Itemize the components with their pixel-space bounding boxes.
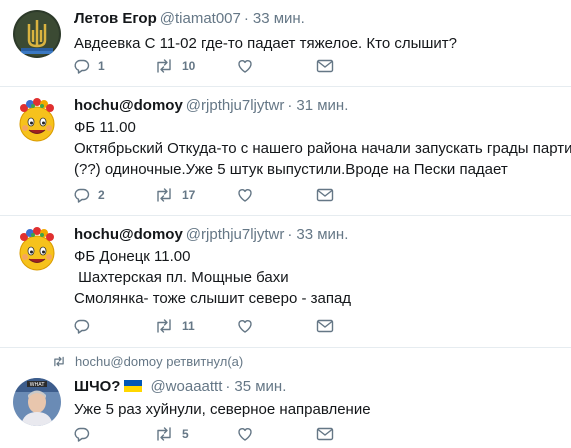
tweet-actions: 1 10	[74, 56, 344, 76]
retweet-count: 10	[182, 59, 196, 73]
retweet-icon	[157, 59, 171, 73]
avatar[interactable]	[13, 226, 61, 274]
like-button[interactable]	[237, 426, 253, 442]
timestamp[interactable]: 33 мин.	[287, 226, 348, 243]
tweet[interactable]: hochu@domoy@rjpthju7ljytwr31 мин. ФБ 11.…	[0, 87, 571, 216]
author-handle[interactable]: @rjpthju7ljytwr	[186, 97, 285, 114]
avatar[interactable]: WHAT	[13, 378, 61, 426]
author-name[interactable]: ШЧО?	[74, 378, 120, 395]
ukraine-flag-icon	[124, 378, 143, 392]
retweet-icon	[157, 188, 171, 202]
reply-icon	[74, 319, 90, 334]
retweet-button[interactable]: 10	[154, 58, 195, 74]
author-name[interactable]: hochu@domoy	[74, 97, 183, 114]
avatar[interactable]	[13, 97, 61, 145]
avatar[interactable]	[13, 10, 61, 58]
timestamp[interactable]: 31 мин.	[287, 97, 348, 114]
reply-icon	[74, 427, 90, 442]
author-handle[interactable]: @rjpthju7ljytwr	[186, 226, 285, 243]
photo-avatar-man-icon: WHAT	[13, 378, 61, 426]
smiley-flower-wreath-avatar-icon	[13, 97, 61, 145]
envelope-icon	[316, 427, 334, 441]
tweet-text-line: Октябрьский Откуда-то с нашего района на…	[74, 140, 571, 157]
tweet-text-line: ФБ Донецк 11.00	[74, 248, 191, 265]
like-button[interactable]	[237, 318, 253, 334]
heart-icon	[238, 428, 252, 441]
dark-avatar-trident-emblem-icon	[13, 10, 61, 58]
svg-text:WHAT: WHAT	[30, 382, 46, 388]
tweet[interactable]: hochu@domoy@rjpthju7ljytwr33 мин. ФБ Дон…	[0, 216, 571, 348]
like-button[interactable]	[237, 58, 253, 74]
timestamp[interactable]: 35 мин.	[225, 378, 286, 395]
smiley-flower-wreath-avatar-icon	[13, 226, 61, 274]
tweet-text-line: Смолянка- тоже слышит северо - запад	[74, 290, 352, 307]
tweet-actions: 11	[74, 316, 344, 336]
retweet-count: 17	[182, 188, 196, 202]
direct-message-button[interactable]	[316, 59, 334, 73]
reply-button[interactable]	[74, 318, 98, 334]
heart-icon	[238, 189, 252, 202]
reply-button[interactable]: 1	[74, 58, 105, 74]
reply-count: 1	[98, 59, 105, 73]
tweet-text-line: (??) одиночные.Уже 5 штук выпустили.Врод…	[74, 161, 508, 178]
retweet-count: 5	[182, 427, 189, 441]
tweet[interactable]: hochu@domoy ретвитнул(а) WHAT ШЧО? @woaaa…	[0, 348, 571, 448]
tweet-text: Уже 5 раз хуйнули, северное направление	[74, 401, 371, 418]
retweet-count: 11	[182, 319, 195, 333]
like-button[interactable]	[237, 187, 253, 203]
tweet-actions: 5	[74, 424, 344, 444]
author-handle[interactable]: @tiamat007	[160, 10, 241, 27]
retweet-button[interactable]: 11	[154, 318, 195, 334]
retweet-context[interactable]: hochu@domoy ретвитнул(а)	[52, 354, 243, 369]
envelope-icon	[316, 59, 334, 73]
timestamp[interactable]: 33 мин.	[244, 10, 305, 27]
retweet-button[interactable]: 5	[154, 426, 189, 442]
tweet-text: Авдеевка С 11-02 где-то падает тяжелое. …	[74, 35, 457, 52]
retweet-icon	[54, 356, 64, 367]
tweet-actions: 2 17	[74, 185, 344, 205]
retweet-context-text: hochu@domoy ретвитнул(а)	[75, 354, 244, 369]
envelope-icon	[316, 319, 334, 333]
reply-icon	[74, 188, 90, 203]
tweet[interactable]: Летов Егор@tiamat00733 мин. Авдеевка С 1…	[0, 0, 571, 87]
retweet-button[interactable]: 17	[154, 187, 195, 203]
tweet-text-line: ФБ 11.00	[74, 119, 136, 136]
tweet-feed: Летов Егор@tiamat00733 мин. Авдеевка С 1…	[0, 0, 571, 448]
envelope-icon	[316, 188, 334, 202]
direct-message-button[interactable]	[316, 427, 334, 441]
author-name[interactable]: hochu@domoy	[74, 226, 183, 243]
retweet-icon	[157, 427, 171, 441]
reply-count: 2	[98, 188, 105, 202]
heart-icon	[238, 60, 252, 73]
reply-button[interactable]: 2	[74, 187, 105, 203]
author-handle[interactable]: @woaaattt	[150, 378, 222, 395]
direct-message-button[interactable]	[316, 188, 334, 202]
retweet-icon	[157, 319, 171, 333]
direct-message-button[interactable]	[316, 319, 334, 333]
heart-icon	[238, 320, 252, 333]
author-name[interactable]: Летов Егор	[74, 10, 157, 27]
reply-icon	[74, 59, 90, 74]
tweet-text-line: Шахтерская пл. Мощные бахи	[74, 269, 289, 286]
reply-button[interactable]	[74, 426, 98, 442]
